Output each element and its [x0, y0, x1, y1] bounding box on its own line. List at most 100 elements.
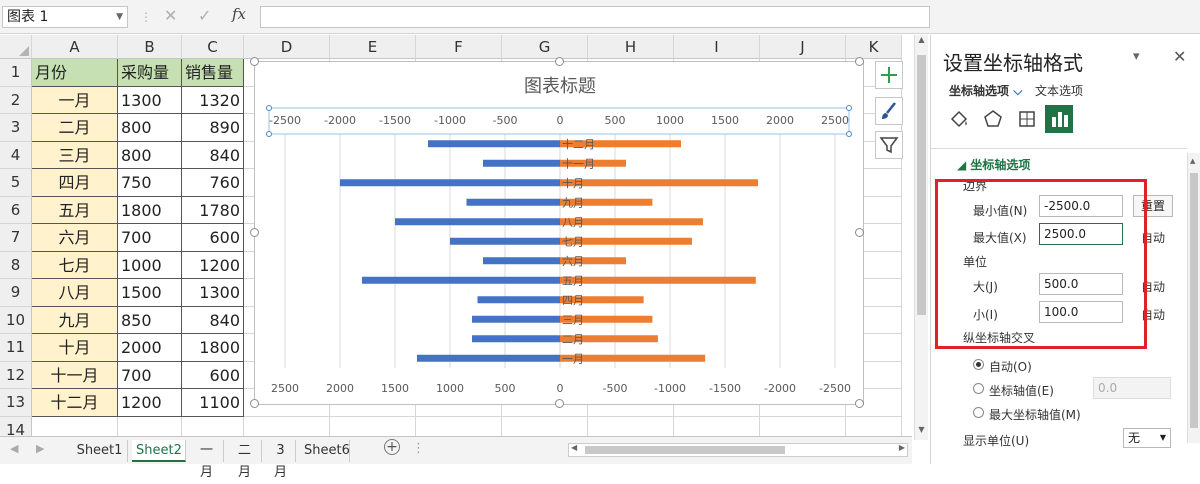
resize-handle[interactable] [250, 228, 259, 237]
column-header[interactable]: A [32, 35, 118, 59]
bar[interactable] [450, 237, 560, 245]
value-cell[interactable]: 1200 [182, 251, 244, 279]
column-header[interactable]: K [846, 35, 902, 59]
value-cell[interactable]: 1300 [182, 279, 244, 307]
tab-scroll-left-icon[interactable]: ◀ [10, 442, 18, 455]
value-cell[interactable]: 2000 [118, 334, 182, 362]
resize-handle[interactable] [855, 399, 864, 408]
value-cell[interactable]: 840 [182, 306, 244, 334]
month-cell[interactable]: 二月 [32, 114, 118, 142]
value-cell[interactable]: 700 [118, 361, 182, 389]
bar[interactable] [560, 179, 758, 187]
pane-options-icon[interactable]: ▾ [1133, 49, 1140, 64]
value-cell[interactable]: 1500 [118, 279, 182, 307]
row-header[interactable]: 9 [0, 279, 32, 307]
chart-title[interactable]: 图表标题 [524, 76, 596, 97]
bar[interactable] [428, 140, 560, 148]
section-axis-options[interactable]: ◢ 坐标轴选项 [957, 156, 1030, 173]
tab-axis-options[interactable]: 坐标轴选项 ⌵ [949, 82, 1022, 99]
value-cell[interactable]: 1320 [182, 86, 244, 114]
month-cell[interactable]: 七月 [32, 251, 118, 279]
cross-max-radio[interactable] [973, 407, 984, 418]
scroll-thumb[interactable] [917, 55, 926, 315]
bar[interactable] [362, 276, 560, 284]
scroll-up-icon[interactable]: ▲ [915, 35, 928, 49]
month-cell[interactable]: 四月 [32, 169, 118, 197]
month-cell[interactable]: 十一月 [32, 361, 118, 389]
value-cell[interactable]: 1780 [182, 196, 244, 224]
value-cell[interactable]: 760 [182, 169, 244, 197]
value-cell[interactable]: 1100 [182, 389, 244, 417]
bar[interactable] [340, 179, 560, 187]
bar[interactable] [395, 218, 560, 226]
chevron-down-icon[interactable]: ▼ [116, 9, 123, 25]
month-cell[interactable]: 一月 [32, 86, 118, 114]
value-cell[interactable]: 840 [182, 141, 244, 169]
value-cell[interactable]: 1000 [118, 251, 182, 279]
value-cell[interactable]: 1300 [118, 86, 182, 114]
column-header[interactable]: F [416, 35, 502, 59]
header-cell[interactable]: 月份 [32, 59, 118, 87]
display-units-select[interactable]: 无 ▼ [1123, 428, 1171, 448]
axis-handle[interactable] [266, 131, 272, 137]
column-header[interactable]: I [674, 35, 760, 59]
row-header[interactable]: 12 [0, 361, 32, 389]
row-header[interactable]: 7 [0, 224, 32, 252]
month-cell[interactable]: 十月 [32, 334, 118, 362]
resize-handle[interactable] [250, 57, 259, 66]
cross-value-radio[interactable] [973, 383, 984, 394]
scroll-left-icon[interactable]: ◀ [571, 443, 577, 452]
month-cell[interactable]: 五月 [32, 196, 118, 224]
row-header[interactable]: 3 [0, 114, 32, 142]
month-cell[interactable]: 十二月 [32, 389, 118, 417]
bar[interactable] [472, 335, 560, 343]
month-cell[interactable]: 三月 [32, 141, 118, 169]
bar[interactable] [472, 315, 560, 323]
scroll-down-icon[interactable]: ▼ [915, 425, 928, 439]
chevron-down-icon[interactable]: ▼ [1160, 429, 1166, 447]
size-properties-icon[interactable] [1015, 107, 1039, 131]
row-header[interactable]: 1 [0, 59, 32, 87]
chart-elements-button[interactable] [875, 61, 903, 89]
row-header[interactable]: 11 [0, 334, 32, 362]
column-header[interactable]: B [118, 35, 182, 59]
pane-scroll-up-icon[interactable]: ▲ [1190, 157, 1195, 165]
sheet-tab[interactable]: Sheet6 [300, 440, 350, 462]
column-header[interactable]: J [760, 35, 846, 59]
cross-max-label[interactable]: 最大坐标轴值(M) [989, 406, 1081, 423]
effects-icon[interactable] [981, 107, 1005, 131]
bar[interactable] [560, 276, 756, 284]
scroll-right-icon[interactable]: ▶ [899, 443, 905, 452]
bar[interactable] [466, 198, 561, 206]
row-header[interactable]: 10 [0, 306, 32, 334]
sheet-tab[interactable]: 二月 [228, 440, 262, 480]
cross-value-label[interactable]: 坐标轴值(E) [989, 382, 1054, 399]
bar[interactable] [483, 159, 560, 167]
value-cell[interactable]: 800 [118, 114, 182, 142]
axis-options-icon[interactable] [1045, 105, 1073, 133]
month-cell[interactable]: 八月 [32, 279, 118, 307]
value-cell[interactable]: 890 [182, 114, 244, 142]
resize-handle[interactable] [555, 57, 564, 66]
select-all-corner[interactable] [0, 35, 32, 59]
value-cell[interactable]: 800 [118, 141, 182, 169]
value-cell[interactable]: 850 [118, 306, 182, 334]
vertical-scrollbar[interactable]: ▲ ▼ [914, 35, 928, 440]
tab-split-icon[interactable]: ⋮ [412, 441, 425, 456]
column-header[interactable]: H [588, 35, 674, 59]
chart-filters-button[interactable] [875, 131, 903, 159]
row-header[interactable]: 5 [0, 169, 32, 197]
row-header[interactable]: 8 [0, 251, 32, 279]
column-header[interactable]: G [502, 35, 588, 59]
month-cell[interactable]: 六月 [32, 224, 118, 252]
name-box[interactable]: 图表 1 ▼ [2, 6, 128, 28]
value-cell[interactable]: 750 [118, 169, 182, 197]
row-header[interactable]: 4 [0, 141, 32, 169]
resize-handle[interactable] [555, 399, 564, 408]
month-cell[interactable]: 九月 [32, 306, 118, 334]
formula-input[interactable] [260, 6, 930, 28]
row-header[interactable]: 6 [0, 196, 32, 224]
chart-styles-button[interactable] [875, 97, 903, 125]
axis-handle[interactable] [266, 105, 272, 111]
cross-auto-radio[interactable] [973, 359, 984, 370]
